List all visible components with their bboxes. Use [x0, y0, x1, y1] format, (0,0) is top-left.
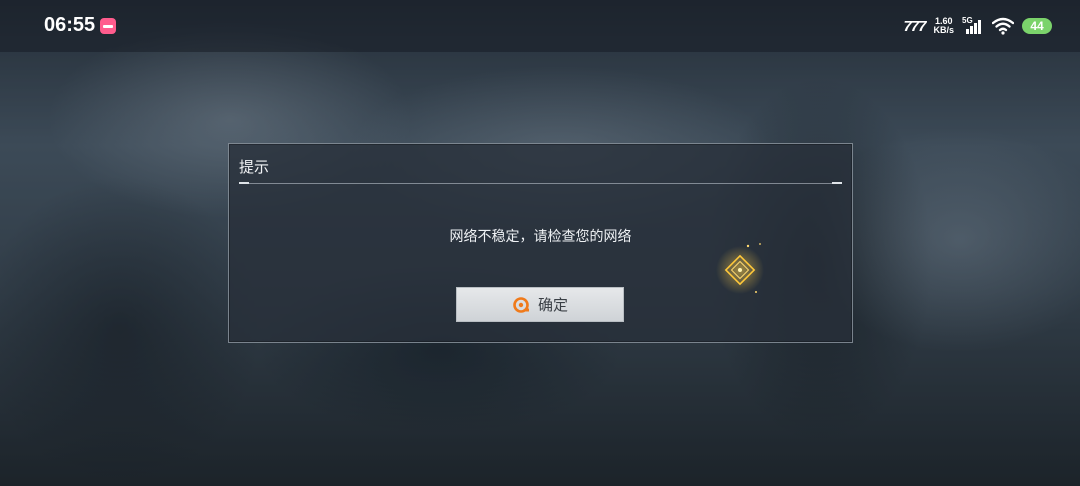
dialog-title: 提示	[239, 158, 270, 176]
confirm-button[interactable]: 确定	[456, 287, 624, 322]
battery-indicator: 44	[1022, 18, 1052, 34]
cellular-signal-icon: 5G	[962, 16, 984, 36]
confirm-button-label: 确定	[537, 296, 568, 314]
sparkle-diamond-icon	[716, 243, 764, 294]
network-speed: 1.60 KB/s	[933, 17, 954, 35]
status-time: 06:55	[44, 14, 96, 36]
status-bar: 06:55 777 1.60 KB/s 5G 44	[0, 0, 1080, 52]
confirm-circle-icon	[513, 296, 529, 313]
dialog-divider	[239, 183, 842, 184]
carrier-logo-icon: 777	[903, 17, 926, 35]
network-speed-unit: KB/s	[933, 25, 954, 35]
wifi-icon	[992, 17, 1014, 35]
status-icons: 777 1.60 KB/s 5G 44	[903, 14, 1052, 38]
divider-cap-right	[832, 182, 842, 184]
divider-cap-left	[239, 182, 249, 184]
network-type-label: 5G	[962, 16, 973, 25]
app-notification-icon	[100, 18, 116, 34]
